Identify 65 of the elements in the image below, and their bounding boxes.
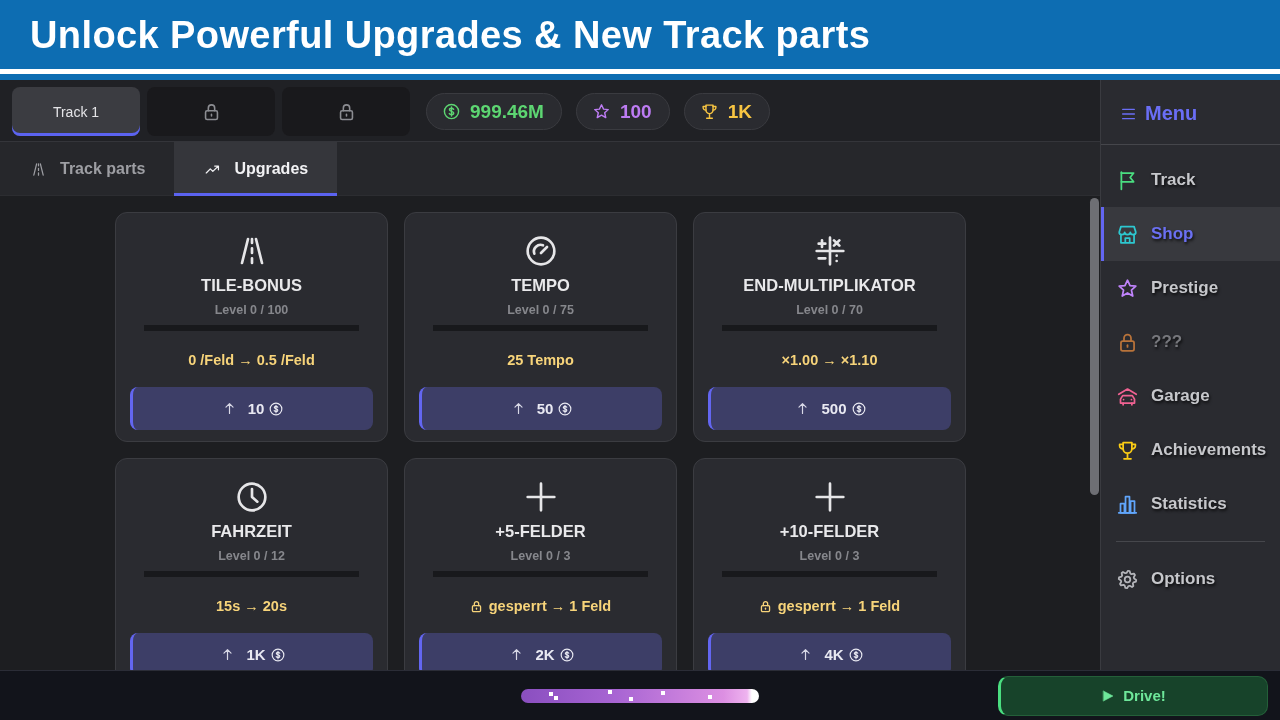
star-icon xyxy=(592,103,610,120)
level-text: Level 0 / 75 xyxy=(507,302,574,318)
upgrade-button[interactable]: 4K xyxy=(708,633,951,670)
stars-value: 100 xyxy=(619,100,652,123)
plus-icon xyxy=(524,481,557,513)
effect-text: gesperrt → 1 Feld xyxy=(777,597,901,616)
trophies-value: 1K xyxy=(727,100,752,123)
track-tab[interactable] xyxy=(147,87,275,136)
road-icon xyxy=(31,161,46,177)
menu-item[interactable]: Options xyxy=(1101,552,1280,606)
effect-text: 25 Tempo xyxy=(507,351,574,370)
menu-item[interactable]: Statistics xyxy=(1101,477,1280,531)
upgrade-button[interactable]: 50 xyxy=(419,387,662,430)
upgrade-title: +10-FELDER xyxy=(779,521,880,541)
arrow-up-icon xyxy=(221,648,235,661)
upgrade-title: FAHRZEIT xyxy=(211,521,292,541)
clock-icon xyxy=(235,481,268,513)
track-tab[interactable]: Track 1 xyxy=(12,87,140,136)
menu-icon xyxy=(1121,106,1136,121)
coin-icon xyxy=(269,401,284,416)
level-text: Level 0 / 3 xyxy=(799,548,860,564)
drive-button[interactable]: Drive! xyxy=(998,675,1268,716)
arrow-up-icon xyxy=(510,648,524,661)
coin-icon xyxy=(270,647,285,662)
banner-title: Unlock Powerful Upgrades & New Track parts xyxy=(30,12,871,57)
upgrade-button[interactable]: 10 xyxy=(130,387,373,430)
upgrade-title: END-MULTIPLIKATOR xyxy=(743,275,916,295)
track-tab[interactable] xyxy=(282,87,410,136)
gauge-icon xyxy=(524,235,557,267)
money-value: 999.46M xyxy=(470,100,544,123)
level-text: Level 0 / 12 xyxy=(218,548,285,564)
arrow-up-icon xyxy=(511,402,525,415)
upgrade-title: TILE-BONUS xyxy=(201,275,302,295)
effect-text: gesperrt → 1 Feld xyxy=(488,597,612,616)
arrow-up-icon xyxy=(799,648,813,661)
menu-item[interactable]: Prestige xyxy=(1101,261,1280,315)
coin-icon xyxy=(558,401,573,416)
upgrade-title: TEMPO xyxy=(511,275,570,295)
menu-item[interactable]: Track xyxy=(1101,153,1280,207)
math-operators-icon xyxy=(813,235,846,267)
coin-icon xyxy=(848,647,863,662)
upgrade-button[interactable]: 1K xyxy=(130,633,373,670)
coin-icon xyxy=(559,647,574,662)
upgrade-button[interactable]: 500 xyxy=(708,387,951,430)
upgrade-title: +5-FELDER xyxy=(495,521,586,541)
effect-text: 15s → 20s xyxy=(216,597,287,616)
coin-icon xyxy=(443,103,460,120)
menu-item[interactable]: Garage xyxy=(1101,369,1280,423)
level-text: Level 0 / 100 xyxy=(214,302,289,318)
level-text: Level 0 / 70 xyxy=(796,302,863,318)
trophy-icon xyxy=(700,103,718,120)
coin-icon xyxy=(851,401,866,416)
scrollbar-thumb[interactable] xyxy=(1090,198,1099,495)
menu-item[interactable]: Achievements xyxy=(1101,423,1280,477)
plus-icon xyxy=(813,481,846,513)
play-icon xyxy=(1102,689,1115,702)
level-text: Level 0 / 3 xyxy=(510,548,571,564)
effect-text: 0 /Feld → 0.5 /Feld xyxy=(188,351,315,370)
section-tab[interactable]: Track parts xyxy=(0,142,175,196)
section-tab[interactable]: Upgrades xyxy=(174,142,338,196)
menu-title: Menu xyxy=(1145,102,1198,125)
arrow-up-icon xyxy=(222,402,236,415)
arrow-up-icon xyxy=(796,402,810,415)
upgrade-button[interactable]: 2K xyxy=(419,633,662,670)
effect-text: ×1.00 → ×1.10 xyxy=(781,351,878,370)
